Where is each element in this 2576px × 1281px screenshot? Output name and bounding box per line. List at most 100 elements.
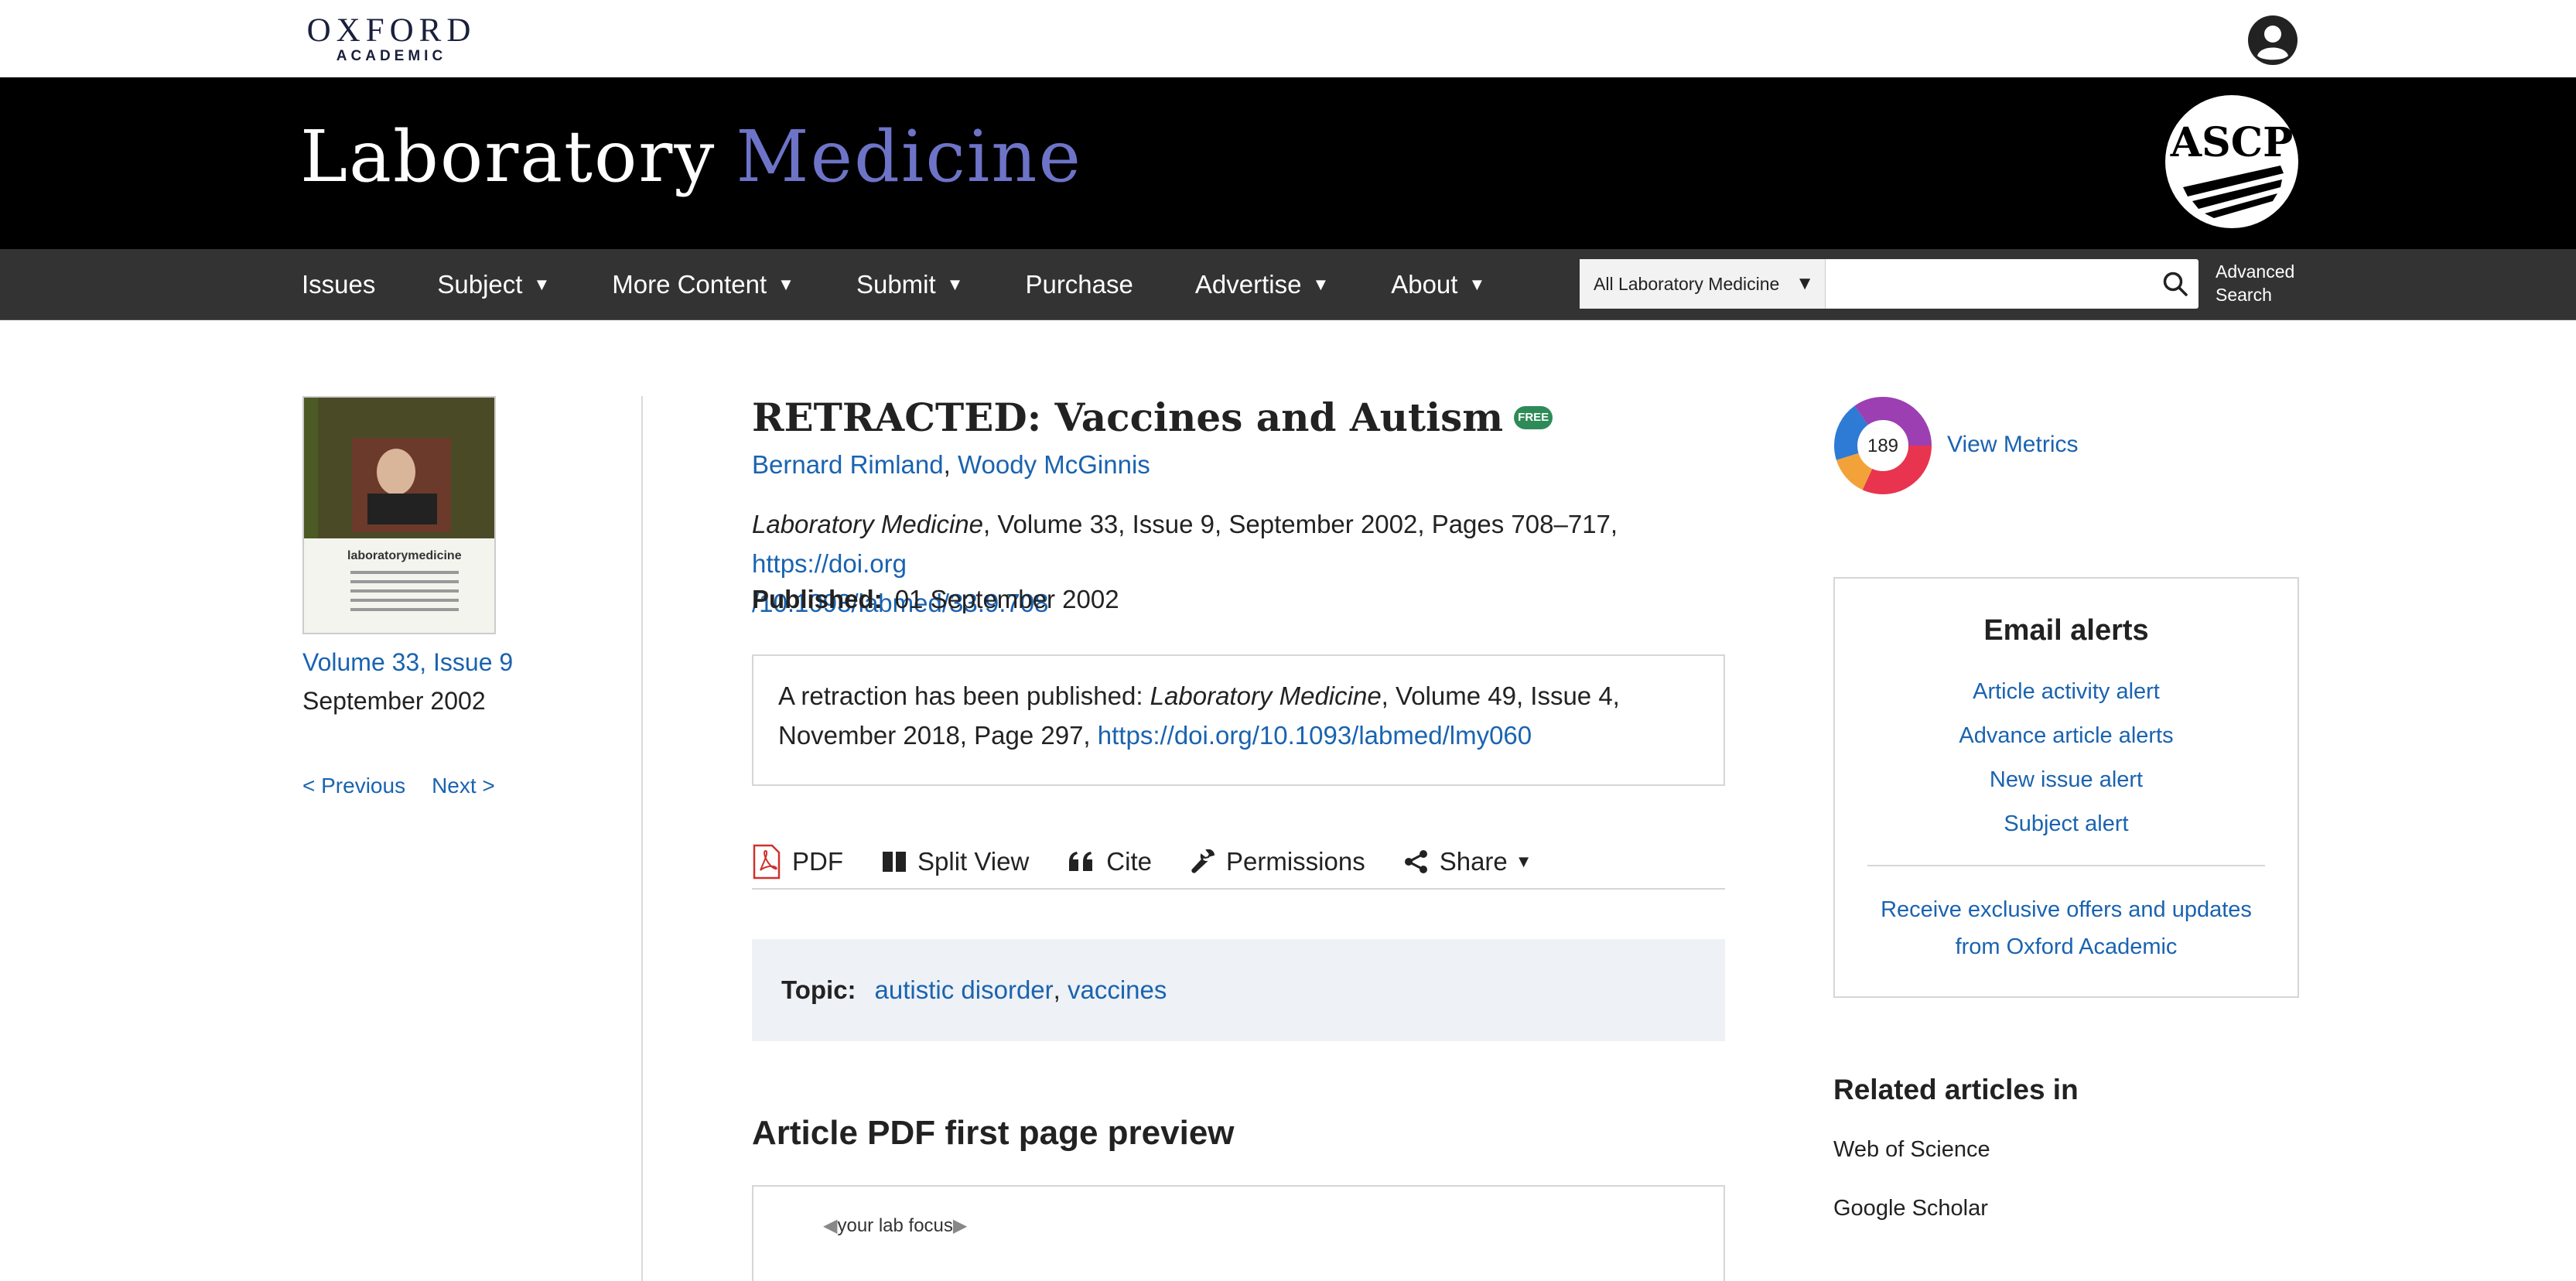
- cover-photo-device: [367, 494, 437, 524]
- cover-photo-face: [377, 449, 415, 495]
- search-bar: All Laboratory Medicine ▼: [1580, 259, 2198, 309]
- article-activity-alert-link[interactable]: Article activity alert: [1835, 670, 2298, 714]
- offer-line1: Receive exclusive offers and updates: [1881, 897, 2252, 922]
- nav-item-purchase[interactable]: Purchase: [1025, 270, 1133, 299]
- caret-down-icon: ▼: [1515, 852, 1532, 871]
- topic-separator: ,: [1053, 975, 1061, 1004]
- logo-main-text: OXFORD: [306, 12, 477, 49]
- split-view-button[interactable]: Split View: [882, 847, 1029, 876]
- email-alerts-divider: [1867, 865, 2265, 866]
- pdf-preview-heading: Article PDF first page preview: [752, 1114, 1235, 1152]
- caret-down-icon: ▼: [1312, 275, 1330, 294]
- published-value: 01 September 2002: [894, 585, 1119, 613]
- advanced-search-link[interactable]: Advanced Search: [2216, 260, 2294, 306]
- citation-journal: Laboratory Medicine: [752, 510, 983, 538]
- pdf-button[interactable]: PDF: [752, 844, 843, 880]
- pdf-preview[interactable]: ◀your lab focus▶: [752, 1185, 1725, 1281]
- share-button[interactable]: Share ▼: [1404, 847, 1532, 876]
- topic-link[interactable]: vaccines: [1068, 975, 1167, 1005]
- permissions-label: Permissions: [1225, 847, 1365, 876]
- caret-down-icon: ▼: [1468, 275, 1486, 294]
- issue-volume-link[interactable]: Volume 33, Issue 9: [302, 648, 513, 677]
- topic-link[interactable]: autistic disorder: [875, 975, 1054, 1005]
- next-issue-link[interactable]: Next >: [432, 774, 495, 798]
- view-metrics-link[interactable]: View Metrics: [1947, 432, 2078, 458]
- journal-title-part1: Laboratory: [300, 115, 716, 198]
- topic-box: Topic: autistic disorder, vaccines: [752, 939, 1725, 1041]
- search-button[interactable]: [2152, 259, 2198, 309]
- related-articles-heading: Related articles in: [1833, 1074, 2079, 1105]
- email-alerts-title: Email alerts: [1983, 614, 2149, 647]
- split-view-icon: [882, 851, 907, 873]
- cover-lower-area: laboratorymedicine: [304, 538, 494, 633]
- search-icon: [2163, 272, 2188, 296]
- oxford-academic-logo[interactable]: OXFORD ACADEMIC: [302, 14, 481, 65]
- caret-down-icon: ▼: [777, 275, 794, 294]
- journal-banner: Laboratory Medicine ASCP: [0, 77, 2576, 249]
- retraction-notice: A retraction has been published: Laborat…: [752, 654, 1725, 786]
- triangle-left-icon: ◀: [823, 1215, 838, 1236]
- search-scope-select[interactable]: All Laboratory Medicine ▼: [1580, 259, 1826, 309]
- cite-button[interactable]: Cite: [1068, 847, 1152, 876]
- permissions-button[interactable]: Permissions: [1191, 847, 1365, 876]
- retraction-doi-link[interactable]: https://doi.org/10.1093/labmed/lmy060: [1098, 721, 1532, 750]
- nav-item-label: About: [1391, 270, 1458, 299]
- search-input[interactable]: [1826, 259, 2152, 309]
- article-toolbar: PDF Split View Cite Permissions Share ▼: [752, 835, 1725, 890]
- topic-label: Topic:: [781, 975, 856, 1004]
- nav-item-label: Issues: [302, 270, 376, 299]
- nav-item-about[interactable]: About ▼: [1391, 270, 1485, 299]
- retraction-journal: Laboratory Medicine: [1150, 681, 1382, 710]
- account-circle-icon[interactable]: [2246, 14, 2299, 67]
- nav-item-label: More Content: [612, 270, 767, 299]
- ascp-logo[interactable]: ASCP: [2164, 94, 2299, 229]
- previous-issue-link[interactable]: < Previous: [302, 774, 405, 798]
- subject-alert-link[interactable]: Subject alert: [1835, 802, 2298, 846]
- pdf-preview-snippet: ◀your lab focus▶: [823, 1214, 967, 1237]
- web-of-science-link[interactable]: Web of Science: [1833, 1137, 1990, 1163]
- caret-down-icon: ▼: [946, 275, 964, 294]
- share-label: Share: [1439, 847, 1508, 876]
- nav-item-more-content[interactable]: More Content ▼: [612, 270, 794, 299]
- new-issue-alert-link[interactable]: New issue alert: [1835, 758, 2298, 802]
- published-label: Published:: [752, 585, 883, 613]
- email-alerts-links: Article activity alert Advance article a…: [1835, 670, 2298, 846]
- share-icon: [1404, 849, 1429, 874]
- nav-item-label: Purchase: [1025, 270, 1133, 299]
- advanced-search-line2: Search: [2216, 285, 2272, 305]
- nav-item-label: Subject: [437, 270, 523, 299]
- nav-item-issues[interactable]: Issues: [302, 270, 375, 299]
- free-badge: FREE: [1514, 405, 1553, 429]
- column-divider: [641, 396, 643, 1281]
- pdf-icon: [752, 844, 781, 880]
- nav-items: Issues Subject ▼ More Content ▼ Submit ▼ Pu…: [302, 249, 1547, 320]
- search-scope-value: All Laboratory Medicine: [1594, 273, 1780, 294]
- author-separator: ,: [943, 450, 951, 479]
- nav-item-subject[interactable]: Subject ▼: [437, 270, 550, 299]
- cover-photo: [352, 438, 451, 532]
- triangle-right-icon: ▶: [952, 1215, 968, 1236]
- altmetric-score: 189: [1867, 436, 1898, 456]
- advance-article-alerts-link[interactable]: Advance article alerts: [1835, 714, 2298, 758]
- article-title-text: RETRACTED: Vaccines and Autism: [752, 395, 1504, 440]
- author-link[interactable]: Woody McGinnis: [958, 450, 1150, 479]
- nav-item-submit[interactable]: Submit ▼: [856, 270, 964, 299]
- altmetric-donut[interactable]: 189: [1833, 396, 1932, 495]
- journal-title[interactable]: Laboratory Medicine: [300, 107, 1082, 207]
- nav-item-label: Advertise: [1194, 270, 1302, 299]
- google-scholar-link[interactable]: Google Scholar: [1833, 1196, 1988, 1221]
- caret-down-icon: ▼: [1795, 273, 1814, 294]
- exclusive-offers-link[interactable]: Receive exclusive offers and updates fro…: [1866, 891, 2267, 965]
- author-link[interactable]: Bernard Rimland: [752, 450, 944, 479]
- pdf-preview-snippet-text: your lab focus: [837, 1215, 953, 1236]
- issue-cover-image[interactable]: laboratorymedicine: [302, 396, 496, 634]
- author-list: Bernard Rimland, Woody McGinnis: [752, 450, 1150, 480]
- cover-brand-text: laboratorymedicine: [347, 549, 462, 562]
- advanced-search-line1: Advanced: [2216, 261, 2295, 282]
- top-bar: OXFORD ACADEMIC: [0, 0, 2576, 77]
- split-view-label: Split View: [917, 847, 1030, 876]
- ascp-logo-text: ASCP: [2170, 119, 2293, 166]
- cover-text-lines: [350, 571, 459, 617]
- nav-item-advertise[interactable]: Advertise ▼: [1195, 270, 1329, 299]
- article-title: RETRACTED: Vaccines and Autism FREE: [752, 395, 1553, 440]
